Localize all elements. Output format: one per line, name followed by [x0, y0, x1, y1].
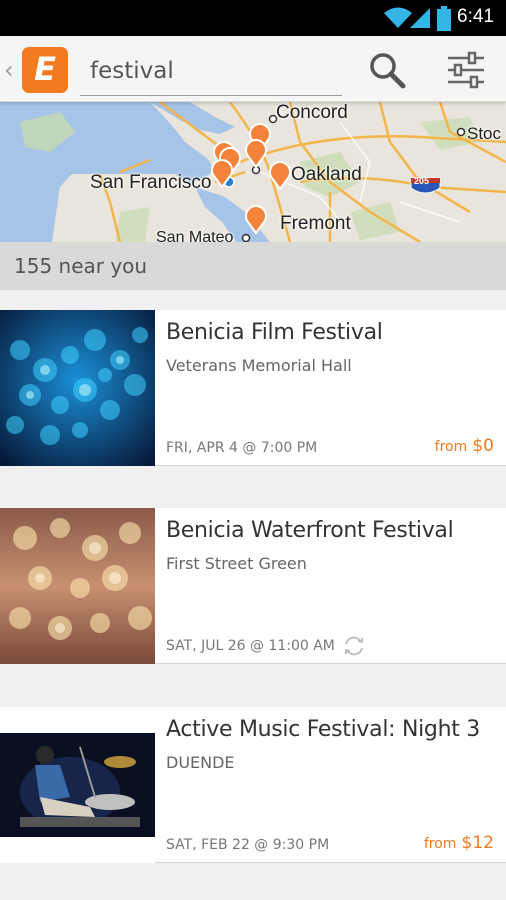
- event-date: FRI, APR 4 @ 7:00 PM: [166, 440, 318, 456]
- event-card[interactable]: Benicia Film Festival Veterans Memorial …: [0, 310, 506, 466]
- event-date: SAT, FEB 22 @ 9:30 PM: [166, 837, 330, 853]
- event-card[interactable]: Benicia Waterfront Festival First Street…: [0, 508, 506, 664]
- map-pin-icon[interactable]: [210, 158, 234, 188]
- action-bar: ‹ E: [0, 36, 506, 102]
- price-amount: $12: [461, 833, 494, 853]
- map-pin-icon[interactable]: [244, 138, 268, 168]
- map-label-stockton: Stoc: [467, 124, 502, 143]
- event-venue: DUENDE: [166, 753, 235, 772]
- event-thumbnail: [0, 310, 155, 466]
- map-label-concord: Concord: [276, 102, 348, 123]
- search-input[interactable]: [90, 54, 330, 88]
- back-chevron-icon[interactable]: ‹: [4, 56, 14, 84]
- map-label-san-mateo: San Mateo: [156, 229, 234, 242]
- results-count-bar: 155 near you: [0, 242, 506, 290]
- refresh-icon: [345, 636, 363, 656]
- map-label-fremont: Fremont: [280, 213, 351, 234]
- map-pin-icon[interactable]: [268, 160, 292, 190]
- event-title[interactable]: Active Music Festival: Night 3: [166, 717, 480, 742]
- map-pin-icon[interactable]: [244, 204, 268, 234]
- event-map[interactable]: Concord San Francisco Oakland Fremont Sa…: [0, 102, 506, 242]
- event-title[interactable]: Benicia Film Festival: [166, 320, 383, 345]
- signal-icon: [410, 8, 430, 28]
- price-amount: $0: [472, 436, 494, 456]
- logo-letter: E: [34, 50, 56, 88]
- search-field[interactable]: [80, 46, 342, 96]
- highway-shield-label: 205: [414, 176, 430, 186]
- filter-settings-icon[interactable]: [444, 50, 488, 90]
- event-thumbnail: [0, 707, 155, 863]
- map-label-san-francisco: San Francisco: [90, 172, 212, 193]
- map-label-oakland: Oakland: [291, 164, 362, 185]
- clock: 6:41: [457, 6, 494, 27]
- event-price: from $0: [435, 436, 494, 456]
- event-thumbnail: [0, 508, 155, 664]
- event-date: SAT, JUL 26 @ 11:00 AM: [166, 638, 335, 654]
- price-prefix: from: [423, 836, 457, 852]
- event-venue: First Street Green: [166, 554, 307, 573]
- price-prefix: from: [434, 439, 468, 455]
- eventbrite-logo[interactable]: E: [22, 47, 68, 93]
- search-icon[interactable]: [367, 50, 407, 90]
- results-count: 155 near you: [14, 254, 148, 278]
- event-card[interactable]: Active Music Festival: Night 3 DUENDE SA…: [0, 707, 506, 863]
- event-title[interactable]: Benicia Waterfront Festival: [166, 518, 454, 543]
- event-price: from $12: [424, 833, 494, 853]
- status-bar: 6:41: [0, 0, 506, 36]
- event-venue: Veterans Memorial Hall: [166, 356, 352, 375]
- battery-icon: [437, 6, 451, 31]
